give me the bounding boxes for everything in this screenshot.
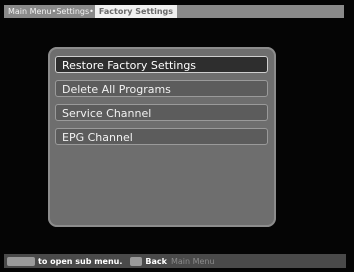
breadcrumb-item-settings[interactable]: Settings bbox=[56, 5, 89, 18]
breadcrumb-separator: • bbox=[89, 7, 94, 16]
extra-key-hint: Main Menu bbox=[170, 256, 215, 266]
menu-item-service-channel[interactable]: Service Channel bbox=[55, 104, 268, 121]
breadcrumb-current-page: Factory Settings bbox=[94, 5, 178, 18]
menu-item-epg-channel[interactable]: EPG Channel bbox=[55, 128, 268, 145]
breadcrumb-item-main-menu[interactable]: Main Menu bbox=[4, 5, 52, 18]
tv-screen: Main Menu • Settings • Factory Settings … bbox=[0, 0, 354, 272]
menu-item-delete-all-programs[interactable]: Delete All Programs bbox=[55, 80, 268, 97]
back-key-hint: Back bbox=[145, 256, 167, 266]
breadcrumb: Main Menu • Settings • Factory Settings bbox=[4, 5, 344, 18]
ok-key-hint: to open sub menu. bbox=[38, 256, 123, 266]
factory-settings-menu-panel: Restore Factory Settings Delete All Prog… bbox=[48, 47, 276, 227]
back-key-icon bbox=[130, 256, 143, 266]
menu-item-restore-factory-settings[interactable]: Restore Factory Settings bbox=[55, 56, 268, 73]
key-help-bar: to open sub menu. Back Main Menu bbox=[4, 254, 346, 268]
ok-key-icon bbox=[7, 256, 35, 266]
